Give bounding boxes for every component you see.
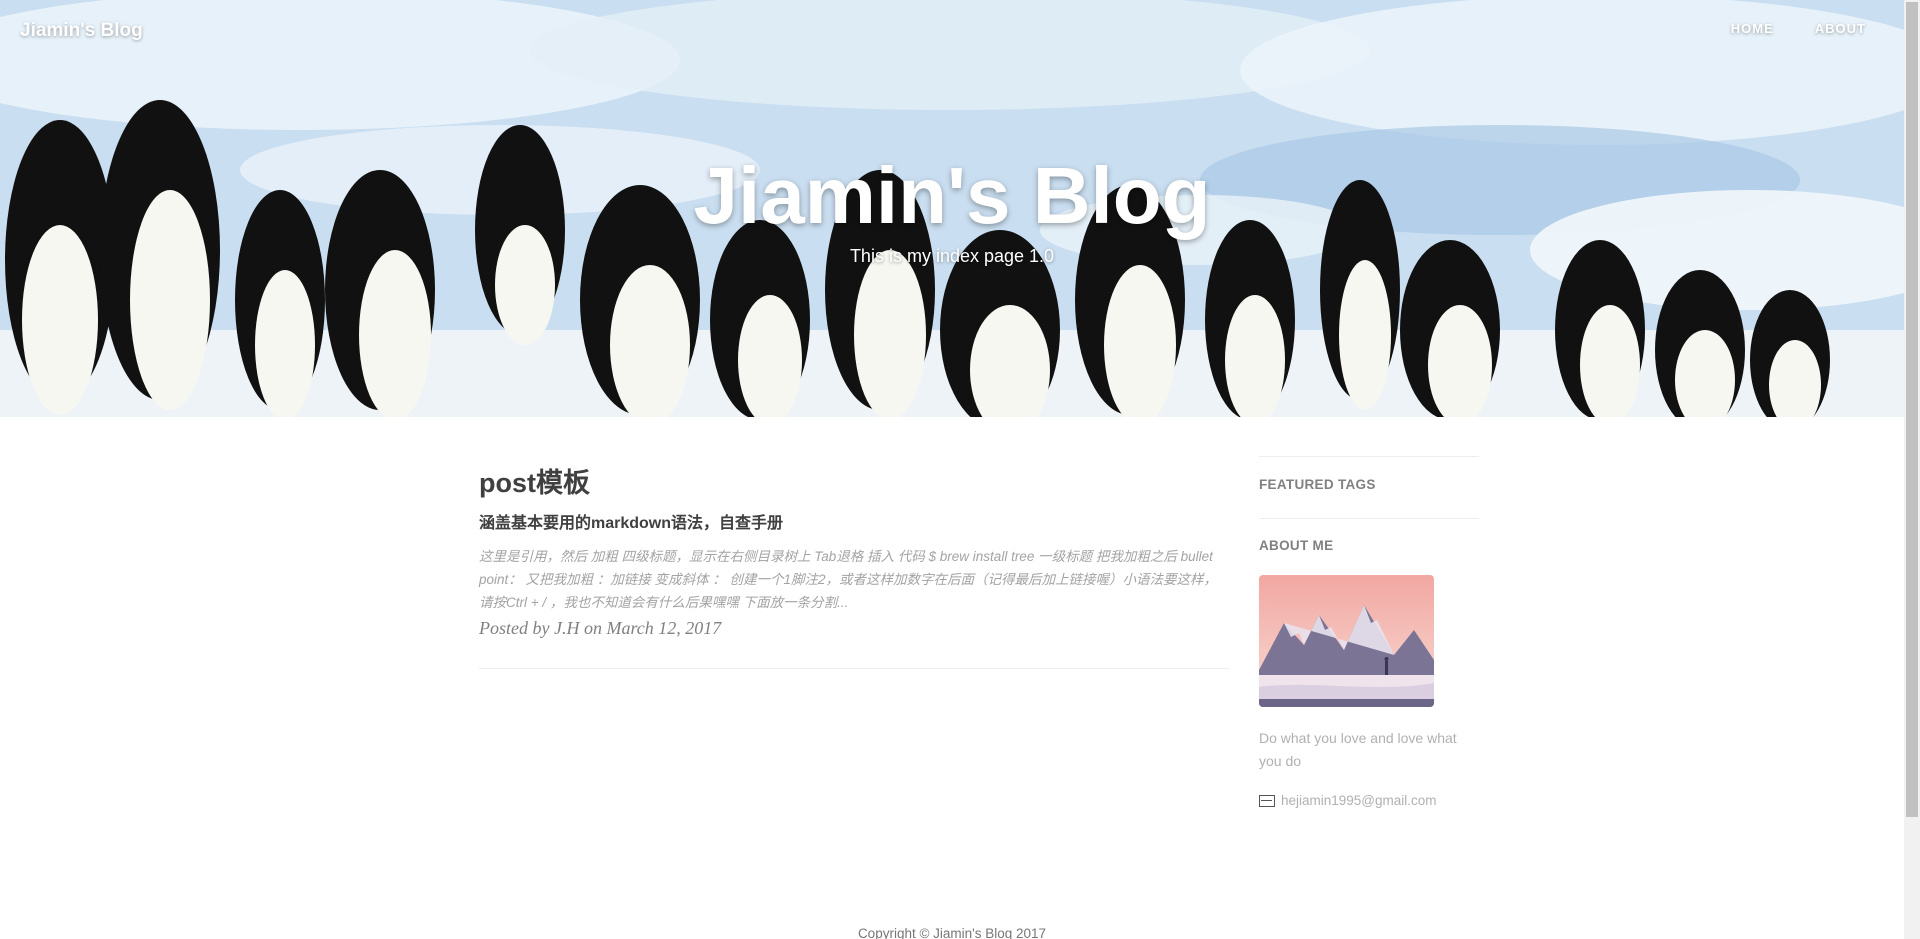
about-me-heading: ABOUT ME: [1259, 538, 1334, 553]
site-subtitle: This is my index page 1.0: [849, 246, 1055, 266]
sidebar: FEATURED TAGS ABOUT ME Do what you love …: [1259, 456, 1479, 808]
sidebar-divider: [1259, 456, 1479, 457]
featured-tags-heading: FEATURED TAGS: [1259, 477, 1376, 492]
nav-brand[interactable]: Jiamin's Blog: [20, 20, 143, 42]
post-title[interactable]: post模板: [479, 466, 1229, 500]
scrollbar-thumb[interactable]: [1906, 2, 1918, 817]
post-preview[interactable]: post模板 涵盖基本要用的markdown语法，自查手册 这里是引用，然后 加…: [479, 466, 1229, 639]
about-me-motto: Do what you love and love what you do: [1259, 730, 1457, 769]
email-contact[interactable]: hejiamin1995@gmail.com: [1259, 793, 1479, 808]
nav-link-about[interactable]: ABOUT: [1815, 21, 1866, 36]
avatar: [1259, 575, 1434, 707]
top-nav: HOME ABOUT: [1731, 21, 1866, 36]
sidebar-divider: [1259, 518, 1479, 519]
post-subtitle[interactable]: 涵盖基本要用的markdown语法，自查手册: [479, 513, 1229, 535]
footer-copyright: Copyright © Jiamin's Blog 2017: [857, 926, 1047, 939]
nav-link-home[interactable]: HOME: [1731, 21, 1774, 36]
page-scrollbar[interactable]: [1904, 0, 1920, 939]
post-excerpt[interactable]: 这里是引用，然后 加粗 四级标题，显示在右侧目录树上 Tab退格 插入 代码 $…: [479, 545, 1221, 614]
post-meta: Posted by J.H on March 12, 2017: [479, 618, 722, 638]
hero-header: Jiamin's Blog HOME ABOUT Jiamin's Blog T…: [0, 0, 1904, 417]
site-title: Jiamin's Blog: [693, 151, 1211, 240]
post-divider: [479, 668, 1229, 669]
email-address[interactable]: hejiamin1995@gmail.com: [1281, 793, 1437, 808]
mail-icon: [1259, 794, 1275, 807]
